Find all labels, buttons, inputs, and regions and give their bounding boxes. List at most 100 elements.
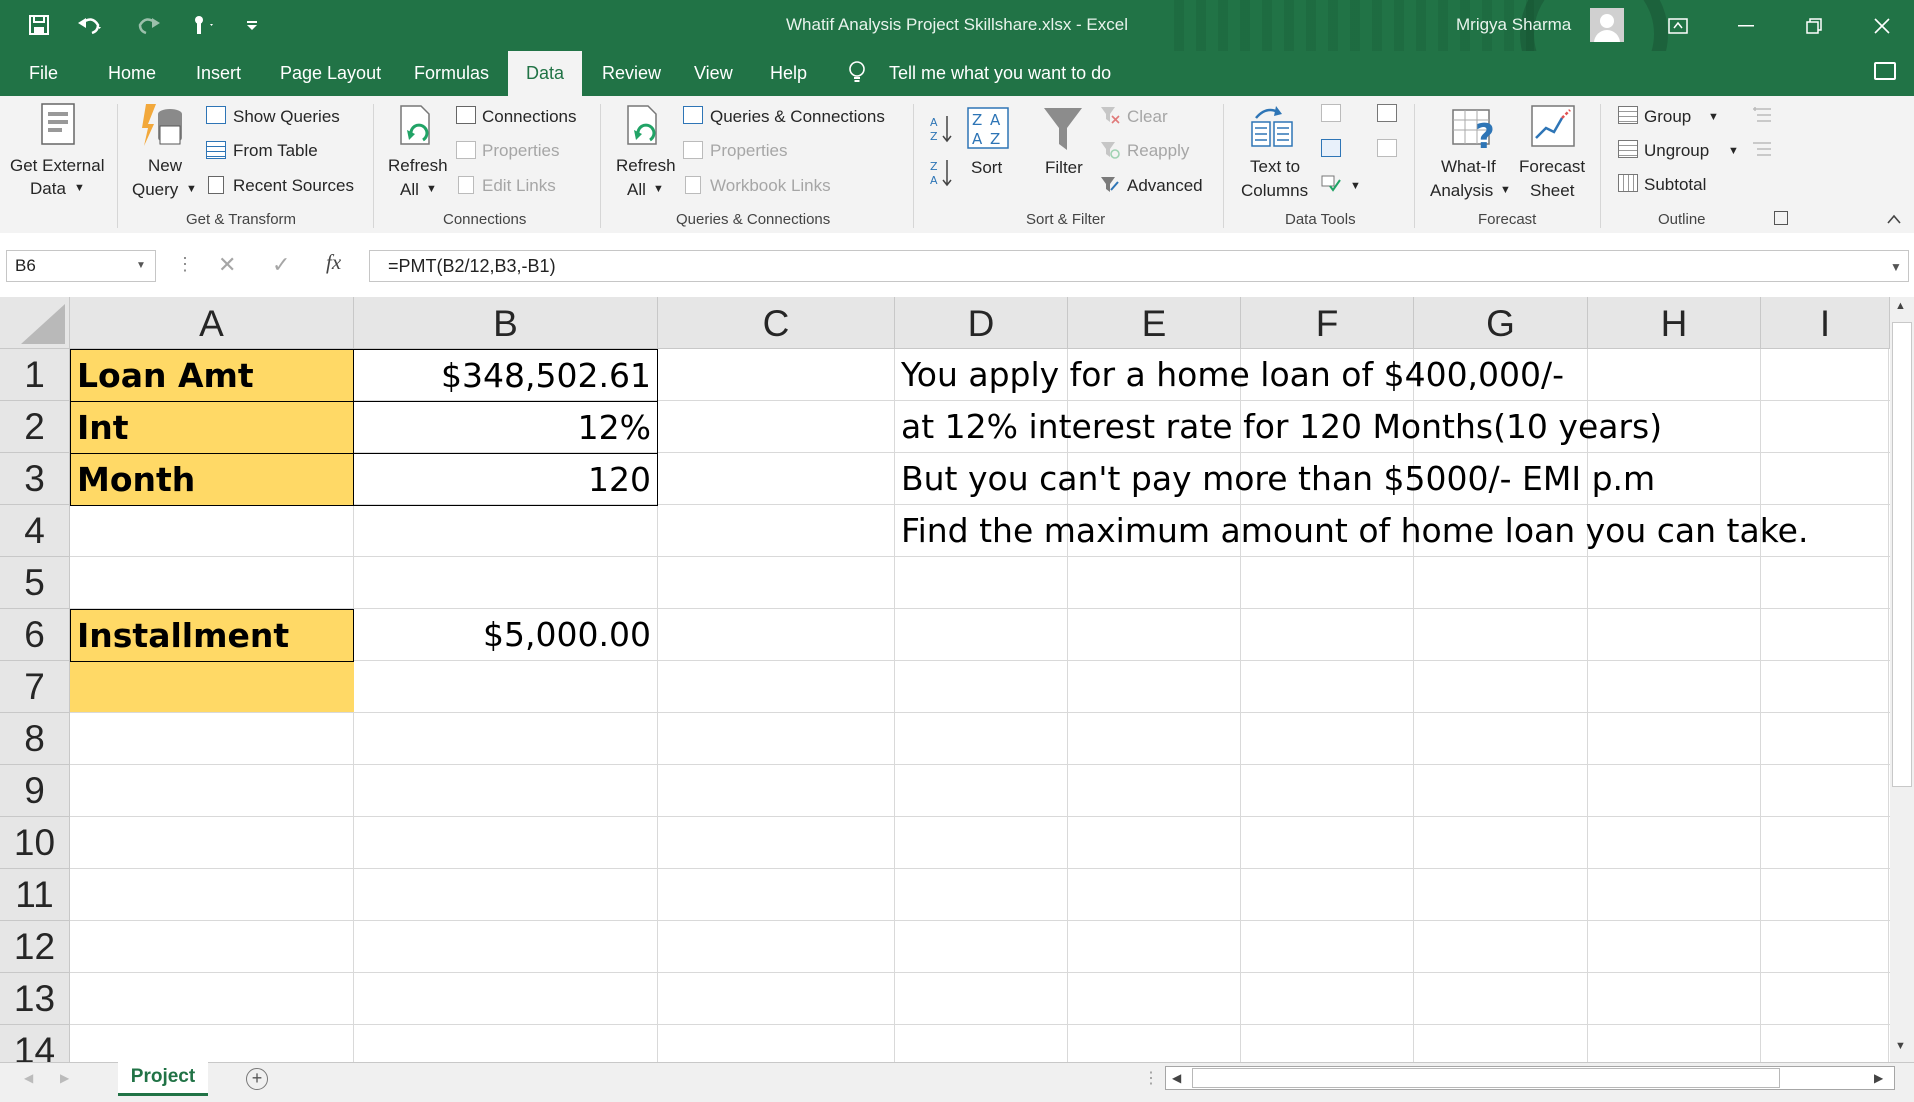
- new-query-icon[interactable]: [140, 102, 186, 148]
- refresh-all-icon[interactable]: [624, 104, 664, 150]
- row-header-6[interactable]: 6: [0, 609, 70, 661]
- column-header-h[interactable]: H: [1588, 297, 1761, 349]
- tab-formulas[interactable]: Formulas: [402, 51, 501, 96]
- cell-b6[interactable]: $5,000.00: [354, 609, 657, 661]
- avatar[interactable]: [1590, 8, 1624, 42]
- name-box[interactable]: B6: [6, 250, 156, 282]
- formula-input[interactable]: =PMT(B2/12,B3,-B1): [369, 250, 1909, 282]
- row-header-4[interactable]: 4: [0, 505, 70, 557]
- sort-button[interactable]: Sort: [971, 158, 1002, 178]
- recent-sources-button[interactable]: Recent Sources: [233, 176, 354, 196]
- column-header-e[interactable]: E: [1068, 297, 1241, 349]
- cell-a1[interactable]: Loan Amt: [70, 349, 354, 402]
- add-sheet-icon[interactable]: +: [246, 1068, 268, 1090]
- hide-detail-icon[interactable]: [1753, 140, 1773, 158]
- reapply-button[interactable]: Reapply: [1127, 141, 1189, 161]
- row-header-5[interactable]: 5: [0, 557, 70, 609]
- enter-icon[interactable]: ✓: [272, 252, 290, 278]
- sort-a-to-z-icon[interactable]: AZ: [928, 114, 954, 144]
- tab-insert[interactable]: Insert: [184, 51, 253, 96]
- filter-icon[interactable]: [1042, 106, 1084, 152]
- row-header-13[interactable]: 13: [0, 973, 70, 1025]
- cell-a7[interactable]: [70, 662, 354, 712]
- edit-links-button[interactable]: Edit Links: [482, 176, 556, 196]
- comment-icon[interactable]: [1874, 62, 1896, 80]
- scroll-down-icon[interactable]: ▼: [1895, 1040, 1906, 1052]
- cell-b2[interactable]: 12%: [353, 401, 658, 454]
- sheet-tab-project[interactable]: Project: [118, 1062, 208, 1096]
- column-header-d[interactable]: D: [895, 297, 1068, 349]
- scroll-right-icon[interactable]: ▶: [1874, 1071, 1883, 1085]
- sort-icon[interactable]: ZA AZ: [966, 106, 1010, 150]
- subtotal-button[interactable]: Subtotal: [1644, 175, 1706, 195]
- consolidate-icon[interactable]: [1377, 104, 1397, 122]
- row-header-2[interactable]: 2: [0, 401, 70, 453]
- scroll-up-icon[interactable]: ▲: [1895, 300, 1906, 312]
- row-header-3[interactable]: 3: [0, 453, 70, 505]
- row-header-8[interactable]: 8: [0, 713, 70, 765]
- tab-file[interactable]: File: [17, 51, 70, 96]
- new-query-button-line2[interactable]: Query: [132, 180, 178, 200]
- data-validation-icon[interactable]: [1321, 174, 1341, 192]
- ungroup-button[interactable]: Ungroup: [1644, 141, 1709, 161]
- column-header-i[interactable]: I: [1761, 297, 1890, 349]
- user-name[interactable]: Mrigya Sharma: [1456, 15, 1571, 35]
- clear-button[interactable]: Clear: [1127, 107, 1168, 127]
- cell-b3[interactable]: 120: [353, 453, 658, 506]
- what-if-analysis-button[interactable]: What-If: [1441, 157, 1496, 177]
- collapse-ribbon-icon[interactable]: [1886, 210, 1902, 230]
- sort-z-to-a-icon[interactable]: ZA: [928, 158, 954, 188]
- select-all-button[interactable]: [0, 297, 70, 349]
- cell-a2[interactable]: Int: [70, 401, 354, 454]
- tell-me-box[interactable]: Tell me what you want to do: [877, 51, 1123, 96]
- filter-button[interactable]: Filter: [1045, 158, 1083, 178]
- horizontal-scroll-thumb[interactable]: [1192, 1068, 1780, 1088]
- next-sheet-icon[interactable]: ▶: [60, 1071, 69, 1085]
- advanced-button[interactable]: Advanced: [1127, 176, 1203, 196]
- queries-connections-button[interactable]: Queries & Connections: [710, 107, 885, 127]
- tab-data[interactable]: Data: [508, 51, 582, 96]
- refresh-all-button[interactable]: Refresh: [388, 156, 448, 176]
- row-header-10[interactable]: 10: [0, 817, 70, 869]
- show-detail-icon[interactable]: [1753, 106, 1773, 124]
- properties-button[interactable]: Properties: [482, 141, 559, 161]
- cancel-icon[interactable]: ✕: [218, 252, 236, 278]
- row-header-9[interactable]: 9: [0, 765, 70, 817]
- cell-d3[interactable]: But you can't pay more than $5000/- EMI …: [895, 453, 1655, 505]
- get-external-data-button-line2[interactable]: Data: [30, 179, 66, 199]
- refresh-all-button-line2[interactable]: All: [400, 180, 419, 200]
- new-query-button[interactable]: New: [148, 156, 182, 176]
- group-button[interactable]: Group: [1644, 107, 1691, 127]
- tab-page-layout[interactable]: Page Layout: [268, 51, 393, 96]
- column-header-g[interactable]: G: [1414, 297, 1588, 349]
- dialog-launcher-icon[interactable]: [1774, 211, 1788, 225]
- scroll-left-icon[interactable]: ◀: [1172, 1071, 1181, 1085]
- minimize-icon[interactable]: [1718, 0, 1774, 51]
- expand-formula-icon[interactable]: ▼: [1890, 260, 1902, 274]
- column-header-b[interactable]: B: [354, 297, 658, 349]
- text-to-columns-icon[interactable]: [1248, 104, 1296, 150]
- tab-home[interactable]: Home: [96, 51, 168, 96]
- show-queries-button[interactable]: Show Queries: [233, 107, 340, 127]
- cell-a6[interactable]: Installment: [70, 609, 354, 662]
- tab-view[interactable]: View: [682, 51, 745, 96]
- get-external-data-button[interactable]: Get External: [10, 156, 105, 176]
- cell-d4[interactable]: Find the maximum amount of home loan you…: [895, 505, 1808, 557]
- chevron-down-icon[interactable]: ▼: [136, 260, 146, 271]
- remove-duplicates-icon[interactable]: [1321, 139, 1341, 157]
- tab-help[interactable]: Help: [758, 51, 819, 96]
- refresh-all-queries-button-line2[interactable]: All: [627, 180, 646, 200]
- refresh-all-icon[interactable]: [397, 104, 437, 150]
- vertical-scroll-thumb[interactable]: [1892, 322, 1912, 787]
- what-if-analysis-button-line2[interactable]: Analysis: [1430, 181, 1493, 201]
- row-header-12[interactable]: 12: [0, 921, 70, 973]
- query-properties-button[interactable]: Properties: [710, 141, 787, 161]
- what-if-analysis-icon[interactable]: ?: [1451, 104, 1499, 152]
- cell-d1[interactable]: You apply for a home loan of $400,000/-: [895, 349, 1564, 401]
- column-header-a[interactable]: A: [70, 297, 354, 349]
- restore-icon[interactable]: [1786, 0, 1842, 51]
- flash-fill-icon[interactable]: [1321, 104, 1341, 122]
- forecast-sheet-icon[interactable]: [1530, 104, 1576, 150]
- cell-b1[interactable]: $348,502.61: [353, 349, 658, 402]
- forecast-sheet-button-line2[interactable]: Sheet: [1530, 181, 1574, 201]
